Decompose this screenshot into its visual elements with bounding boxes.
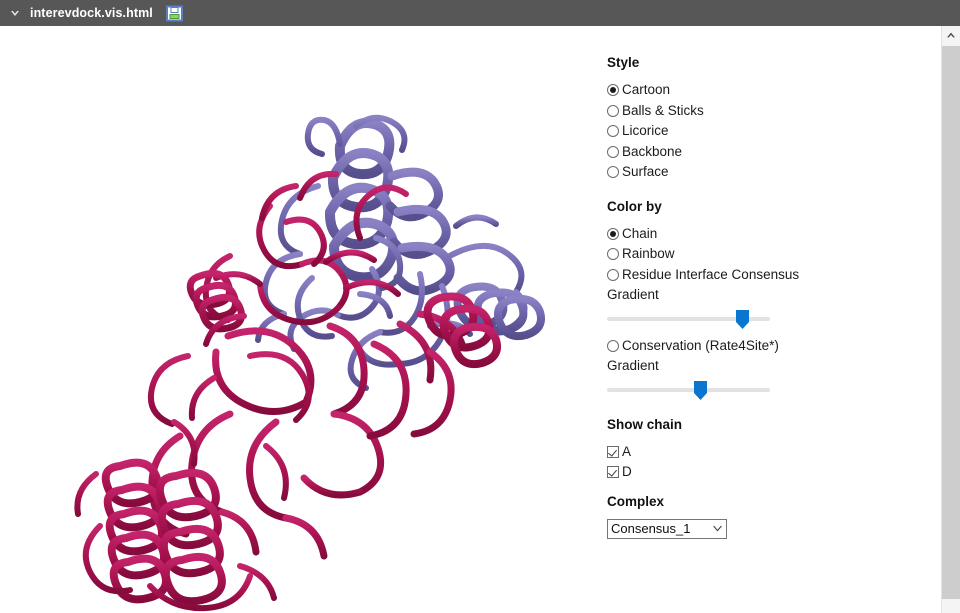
- slider-thumb[interactable]: [736, 309, 750, 329]
- title-bar: interevdock.vis.html: [0, 0, 960, 26]
- conservation-gradient-slider[interactable]: [607, 379, 770, 401]
- color-by-option-label: Rainbow: [622, 246, 675, 261]
- checkbox-icon[interactable]: [607, 445, 619, 458]
- radio-icon[interactable]: [607, 145, 619, 158]
- checkbox-icon[interactable]: [607, 466, 619, 478]
- style-option-backbone[interactable]: Backbone: [607, 142, 917, 163]
- show-chain-section-title: Show chain: [607, 416, 683, 432]
- consensus-gradient-label: Gradient: [607, 287, 659, 302]
- radio-icon[interactable]: [607, 268, 619, 281]
- slider-track[interactable]: [607, 387, 770, 392]
- style-option-surface[interactable]: Surface: [607, 162, 917, 183]
- color-by-option-conservation[interactable]: Conservation (Rate4Site*): [607, 336, 917, 357]
- style-option-label: Balls & Sticks: [622, 102, 704, 118]
- color-by-radio-group: Chain Rainbow Residue Interface Consensu…: [607, 224, 917, 401]
- show-chain-group: A D: [607, 442, 917, 483]
- floppy-disk-save-icon[interactable]: [165, 5, 183, 22]
- style-option-licorice[interactable]: Licorice: [607, 121, 917, 142]
- color-by-section-title: Color by: [607, 198, 662, 214]
- show-chain-label: D: [622, 464, 632, 479]
- show-chain-label: A: [622, 443, 632, 459]
- chevron-down-icon[interactable]: [8, 6, 22, 20]
- color-by-option-rainbow[interactable]: Rainbow: [607, 244, 917, 265]
- show-chain-checkbox-a[interactable]: A: [607, 442, 917, 463]
- conservation-gradient-label: Gradient: [607, 358, 659, 373]
- color-by-option-residue-interface-consensus[interactable]: Residue Interface Consensus: [607, 265, 917, 286]
- radio-icon[interactable]: [607, 125, 619, 137]
- radio-icon[interactable]: [607, 227, 619, 240]
- color-by-option-label: Conservation (Rate4Site*): [622, 337, 779, 353]
- show-chain-checkbox-d[interactable]: D: [607, 462, 917, 483]
- radio-icon[interactable]: [607, 339, 619, 352]
- scroll-up-button[interactable]: [942, 26, 960, 44]
- consensus-gradient-slider[interactable]: [607, 308, 770, 330]
- interevdock-visualization-window: interevdock.vis.html Style Cartoon Balls…: [0, 0, 960, 613]
- style-option-balls-and-sticks[interactable]: Balls & Sticks: [607, 101, 917, 122]
- style-radio-group: Cartoon Balls & Sticks Licorice Backbone…: [607, 80, 917, 183]
- color-by-option-label: Chain: [622, 225, 658, 241]
- style-option-label: Licorice: [622, 123, 669, 138]
- color-by-option-label: Residue Interface Consensus: [622, 266, 800, 282]
- color-by-option-chain[interactable]: Chain: [607, 224, 917, 245]
- complex-select-wrapper[interactable]: Consensus_1: [607, 518, 727, 539]
- vertical-scrollbar[interactable]: [941, 26, 960, 613]
- radio-icon[interactable]: [607, 166, 619, 178]
- window-title: interevdock.vis.html: [30, 6, 153, 20]
- style-option-label: Cartoon: [622, 82, 671, 97]
- protein-cartoon-render[interactable]: [0, 26, 600, 613]
- complex-select[interactable]: Consensus_1: [607, 518, 727, 539]
- style-option-label: Surface: [622, 164, 669, 179]
- style-option-label: Backbone: [622, 143, 683, 159]
- slider-thumb[interactable]: [693, 380, 707, 400]
- complex-section-title: Complex: [607, 493, 665, 509]
- radio-icon[interactable]: [607, 104, 619, 117]
- radio-icon[interactable]: [607, 84, 619, 96]
- style-section-title: Style: [607, 55, 640, 70]
- radio-icon[interactable]: [607, 248, 619, 260]
- style-option-cartoon[interactable]: Cartoon: [607, 80, 917, 101]
- scrollbar-thumb[interactable]: [942, 46, 960, 599]
- control-panel: Style Cartoon Balls & Sticks Licorice Ba…: [607, 55, 917, 539]
